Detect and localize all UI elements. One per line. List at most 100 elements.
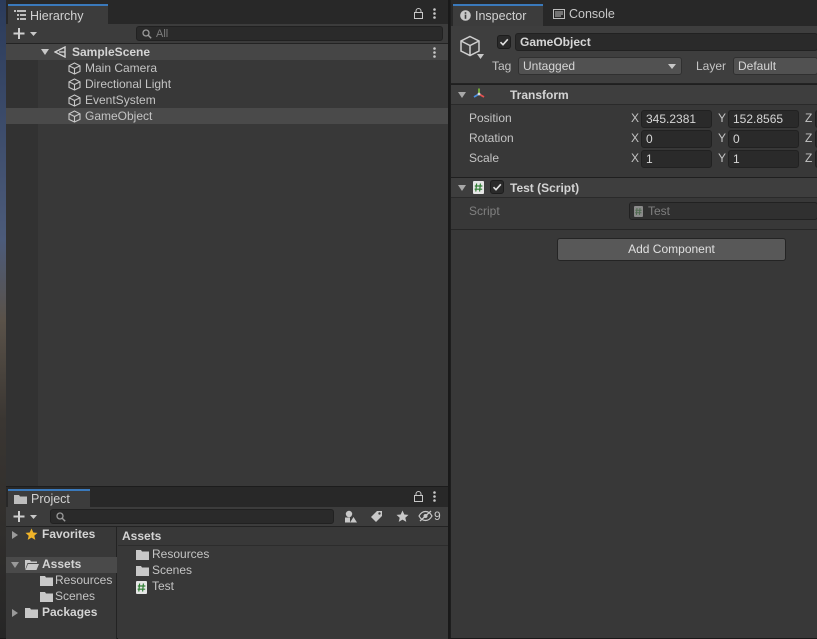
folder-icon xyxy=(136,566,149,576)
script-component-header[interactable]: Test (Script) xyxy=(451,177,817,198)
hierarchy-item-directional-light[interactable]: Directional Light xyxy=(6,76,448,92)
tree-item-scenes[interactable]: Scenes xyxy=(6,589,117,605)
layer-dropdown[interactable]: Default xyxy=(733,57,817,75)
collapsed-arrow-icon[interactable] xyxy=(12,531,18,539)
breadcrumb-assets[interactable]: Assets xyxy=(122,529,161,543)
rotation-row: Rotation X 0 Y 0 Z xyxy=(451,128,817,148)
search-by-label-icon[interactable] xyxy=(366,509,388,525)
search-icon xyxy=(56,512,66,522)
transform-component-header[interactable]: Transform xyxy=(451,84,817,105)
project-folder-tree: Favorites Assets Resources Scenes Packag… xyxy=(6,527,117,639)
folder-icon xyxy=(136,550,149,560)
scale-x-field[interactable]: 1 xyxy=(641,150,712,168)
hidden-packages-eye-icon[interactable] xyxy=(418,510,433,522)
console-tab-label: Console xyxy=(569,7,615,21)
project-search-input[interactable] xyxy=(50,509,334,524)
unity-scene-icon xyxy=(54,46,67,58)
asset-item-label: Scenes xyxy=(152,563,193,577)
icon-dropdown-arrow[interactable] xyxy=(477,54,484,59)
axis-z-label[interactable]: Z xyxy=(805,111,812,125)
hierarchy-item-label: GameObject xyxy=(85,109,153,123)
foldout-arrow-icon[interactable] xyxy=(458,185,466,191)
axis-x-label[interactable]: X xyxy=(631,131,639,145)
asset-item-resources[interactable]: Resources xyxy=(118,547,448,563)
search-by-type-icon[interactable] xyxy=(340,509,362,525)
axis-x-label[interactable]: X xyxy=(631,111,639,125)
foldout-arrow-icon[interactable] xyxy=(458,92,466,98)
hierarchy-item-main-camera[interactable]: Main Camera xyxy=(6,60,448,76)
hidden-packages-count: 9 xyxy=(434,509,441,523)
hierarchy-toolbar: All xyxy=(6,24,448,44)
rotation-x-field[interactable]: 0 xyxy=(641,130,712,148)
object-name-value: GameObject xyxy=(520,35,591,49)
scene-name: SampleScene xyxy=(72,45,151,59)
folder-icon xyxy=(40,576,53,586)
tab-inspector[interactable]: Inspector xyxy=(453,4,543,26)
tab-hierarchy[interactable]: Hierarchy xyxy=(8,4,108,24)
tree-item-assets[interactable]: Assets xyxy=(6,557,117,573)
axis-y-label[interactable]: Y xyxy=(718,111,726,125)
scale-y-field[interactable]: 1 xyxy=(728,150,799,168)
lock-icon[interactable] xyxy=(414,8,423,19)
position-row: Position X 345.2381 Y 152.8565 Z xyxy=(451,108,817,128)
axis-x-label[interactable]: X xyxy=(631,151,639,165)
axis-y-label[interactable]: Y xyxy=(718,131,726,145)
inspector-tab-bar: Inspector Console xyxy=(451,0,817,26)
lock-icon[interactable] xyxy=(414,491,423,502)
tree-item-label: Scenes xyxy=(55,589,96,603)
position-y-field[interactable]: 152.8565 xyxy=(728,110,799,128)
position-x-field[interactable]: 345.2381 xyxy=(641,110,712,128)
tag-value: Untagged xyxy=(523,59,576,73)
tree-item-resources[interactable]: Resources xyxy=(6,573,117,589)
expand-arrow-icon[interactable] xyxy=(41,49,49,55)
hierarchy-item-gameobject[interactable]: GameObject xyxy=(6,108,448,124)
script-field-row: Script Test xyxy=(451,200,817,222)
script-enabled-checkbox[interactable] xyxy=(490,180,504,194)
tree-item-favorites[interactable]: Favorites xyxy=(6,527,117,543)
search-placeholder: All xyxy=(156,28,169,40)
hierarchy-list-icon xyxy=(14,10,26,20)
axis-z-label[interactable]: Z xyxy=(805,131,812,145)
asset-item-scenes[interactable]: Scenes xyxy=(118,563,448,579)
assets-label: Assets xyxy=(42,557,82,571)
tree-item-packages[interactable]: Packages xyxy=(6,605,117,621)
hierarchy-item-eventsystem[interactable]: EventSystem xyxy=(6,92,448,108)
inspector-object-header: GameObject Tag Untagged Layer Default xyxy=(451,26,817,84)
create-plus-dropdown[interactable] xyxy=(13,510,39,523)
gameobject-cube-icon xyxy=(68,94,81,107)
hierarchy-tab-bar: Hierarchy xyxy=(6,0,448,24)
axis-z-label[interactable]: Z xyxy=(805,151,812,165)
object-name-field[interactable]: GameObject xyxy=(515,33,817,51)
create-plus-dropdown[interactable] xyxy=(13,27,39,40)
add-component-button[interactable]: Add Component xyxy=(557,238,786,261)
scene-menu-icon[interactable] xyxy=(433,47,436,58)
inspector-tab-label: Inspector xyxy=(475,9,527,23)
search-icon xyxy=(142,29,152,39)
asset-item-test[interactable]: Test xyxy=(118,579,448,595)
position-label: Position xyxy=(469,111,512,125)
tab-console[interactable]: Console xyxy=(545,4,625,26)
tag-dropdown[interactable]: Untagged xyxy=(518,57,682,75)
kebab-menu-icon[interactable] xyxy=(433,491,436,502)
hierarchy-search-input[interactable]: All xyxy=(136,26,443,41)
axis-y-label[interactable]: Y xyxy=(718,151,726,165)
scale-label: Scale xyxy=(469,151,500,165)
kebab-menu-icon[interactable] xyxy=(433,8,436,19)
project-asset-list: Assets Resources Scenes Test xyxy=(118,527,448,639)
project-panel: Project 9 Favorites Assets Resources Sce… xyxy=(6,486,448,639)
collapsed-arrow-icon[interactable] xyxy=(12,609,18,617)
active-checkbox[interactable] xyxy=(497,35,511,49)
csharp-script-icon xyxy=(136,581,147,594)
favorite-star-icon[interactable] xyxy=(392,509,414,525)
layer-label: Layer xyxy=(696,59,727,73)
hierarchy-item-label: Main Camera xyxy=(85,61,158,75)
gameobject-cube-icon xyxy=(68,62,81,75)
scene-row[interactable]: SampleScene xyxy=(6,44,448,60)
hierarchy-item-label: EventSystem xyxy=(85,93,156,107)
layer-value: Default xyxy=(738,59,777,73)
rotation-y-field[interactable]: 0 xyxy=(728,130,799,148)
project-tab-bar: Project xyxy=(6,487,448,507)
favorites-label: Favorites xyxy=(42,527,96,541)
expand-arrow-icon[interactable] xyxy=(11,562,19,568)
tab-project[interactable]: Project xyxy=(8,489,90,507)
